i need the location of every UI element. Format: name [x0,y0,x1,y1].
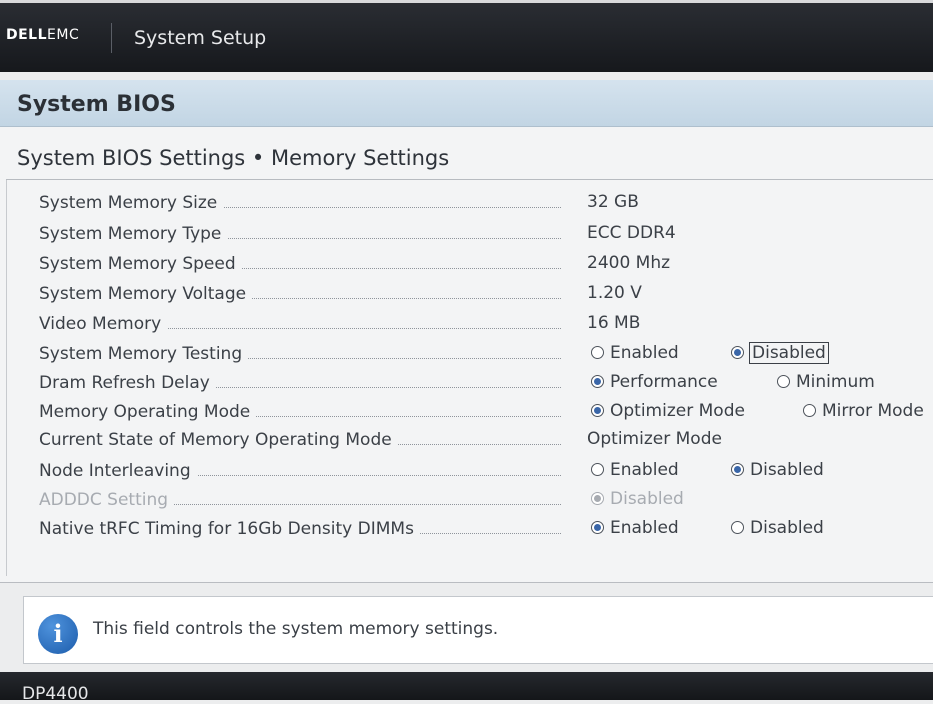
option-label: Enabled [610,343,679,363]
radio-option-enabled[interactable]: Enabled [591,518,679,538]
setting-label: System Memory Voltage [39,284,253,304]
setting-label: System Memory Size [39,193,224,213]
setting-value: Optimizer Mode [587,429,722,449]
help-text: This field controls the system memory se… [93,619,499,639]
setting-row-adddc: ADDDC Setting Disabled [7,486,933,512]
header-divider [111,23,112,53]
option-label: Disabled [610,489,684,509]
setting-row-memory-speed: System Memory Speed 2400 Mhz [7,250,933,276]
option-label: Disabled [750,518,824,538]
radio-button[interactable] [803,403,816,417]
radio-option-disabled[interactable]: Disabled [731,342,829,364]
option-label-focused: Disabled [749,342,829,364]
settings-list: System Memory Size 32 GB System Memory T… [6,180,933,576]
info-icon: i [38,614,78,654]
app-title: System Setup [134,27,267,49]
setting-label: ADDDC Setting [39,490,175,510]
system-model: DP4400 [22,684,89,704]
radio-option-minimum[interactable]: Minimum [777,372,875,392]
brand-emc: EMC [47,27,80,43]
option-label: Enabled [610,460,679,480]
radio-button[interactable] [731,520,744,534]
setting-row-memory-type: System Memory Type ECC DDR4 [7,220,933,246]
setting-row-current-operating-mode: Current State of Memory Operating Mode O… [7,426,933,452]
setting-label: Node Interleaving [39,461,197,481]
setting-label: Native tRFC Timing for 16Gb Density DIMM… [39,519,420,539]
setting-row-video-memory: Video Memory 16 MB [7,310,933,336]
footer-bar: DP4400 [0,672,933,704]
radio-option-enabled[interactable]: Enabled [591,343,679,363]
setting-row-node-interleaving: Node Interleaving Enabled Disabled [7,457,933,483]
radio-option-enabled[interactable]: Enabled [591,460,679,480]
setting-label: Memory Operating Mode [39,402,257,422]
radio-option-disabled: Disabled [591,489,684,509]
radio-button[interactable] [777,374,790,388]
radio-option-disabled[interactable]: Disabled [731,518,824,538]
setting-label: System Memory Type [39,224,228,244]
page-subtitle: System BIOS Settings • Memory Settings [17,146,450,170]
radio-option-performance[interactable]: Performance [591,372,718,392]
option-label: Optimizer Mode [610,401,745,421]
setting-label: System Memory Speed [39,254,242,274]
setting-label: Current State of Memory Operating Mode [39,430,398,450]
top-header-bar: DELLEMC System Setup [0,0,933,72]
setting-row-memory-testing: System Memory Testing Enabled Disabled [7,340,933,366]
setting-value: ECC DDR4 [587,223,676,243]
setting-label: System Memory Testing [39,344,249,364]
section-title: System BIOS [17,92,176,117]
setting-value: 32 GB [587,192,639,212]
option-label: Minimum [796,372,875,392]
setting-row-dram-refresh-delay: Dram Refresh Delay Performance Minimum [7,369,933,395]
section-title-bar: System BIOS [0,80,933,127]
option-label: Disabled [750,460,824,480]
main-panel: System BIOS System BIOS Settings • Memor… [0,80,933,583]
radio-button[interactable] [591,462,604,476]
radio-button-selected[interactable] [591,403,604,417]
setting-row-memory-voltage: System Memory Voltage 1.20 V [7,280,933,306]
radio-button-selected [591,491,604,505]
setting-row-memory-size: System Memory Size 32 GB [7,189,933,215]
dell-emc-logo: DELLEMC [6,27,79,43]
setting-value: 16 MB [587,313,641,333]
setting-value: 2400 Mhz [587,253,671,273]
setting-label: Dram Refresh Delay [39,373,216,393]
setting-row-memory-operating-mode: Memory Operating Mode Optimizer Mode Mir… [7,398,933,424]
setting-row-native-trfc-timing: Native tRFC Timing for 16Gb Density DIMM… [7,515,933,541]
radio-button-selected[interactable] [731,345,744,359]
help-info-box: i This field controls the system memory … [23,596,933,664]
radio-button-selected[interactable] [731,462,744,476]
radio-button-selected[interactable] [591,374,604,388]
option-label: Enabled [610,518,679,538]
brand-dell: DELL [6,27,48,43]
radio-button[interactable] [591,345,604,359]
radio-button-selected[interactable] [591,520,604,534]
radio-option-optimizer-mode[interactable]: Optimizer Mode [591,401,745,421]
setting-value: 1.20 V [587,283,642,303]
option-label: Performance [610,372,718,392]
radio-option-mirror-mode[interactable]: Mirror Mode [803,401,924,421]
radio-option-disabled[interactable]: Disabled [731,460,824,480]
setting-label: Video Memory [39,314,168,334]
option-label: Mirror Mode [822,401,924,421]
